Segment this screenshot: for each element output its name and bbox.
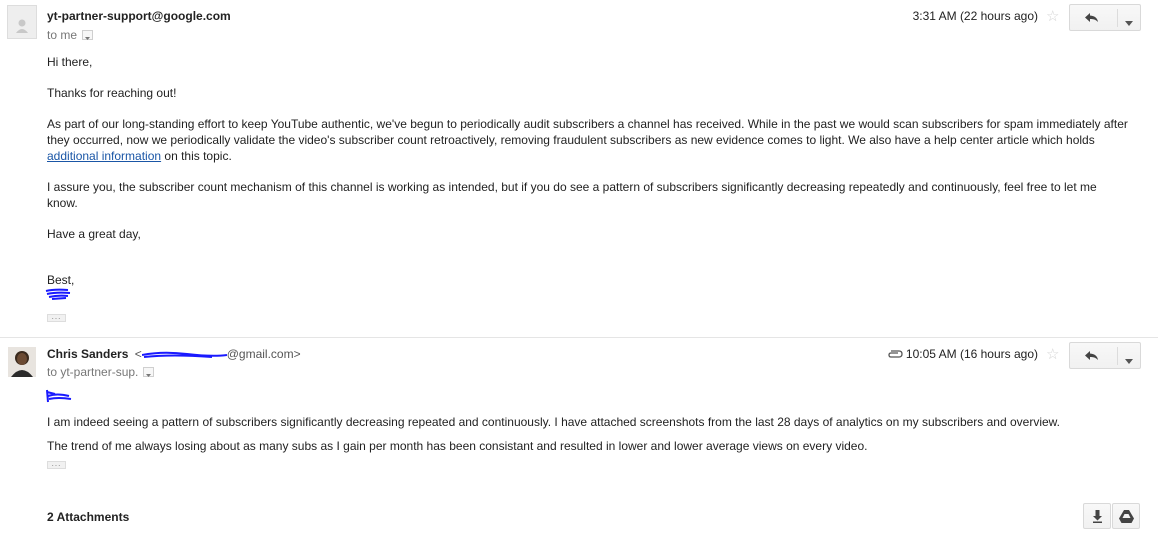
chevron-down-icon[interactable] xyxy=(1125,353,1133,367)
recipient-line[interactable]: to me xyxy=(47,28,94,42)
show-details-icon[interactable] xyxy=(82,29,94,40)
paragraph-4: Have a great day, xyxy=(47,227,141,241)
recipient-label: to yt-partner-sup. xyxy=(47,365,139,379)
greeting: Hi there, xyxy=(47,55,93,69)
paragraph-2: As part of our long-standing effort to k… xyxy=(47,116,1137,164)
redacted-email xyxy=(141,350,227,360)
save-to-drive-button[interactable] xyxy=(1112,503,1140,529)
recipient-line[interactable]: to yt-partner-sup. xyxy=(47,365,155,379)
redacted-salutation xyxy=(45,388,75,407)
download-icon xyxy=(1092,510,1103,526)
attachments-title: 2 Attachments xyxy=(47,510,130,524)
reply-button-group[interactable] xyxy=(1069,342,1141,369)
paragraph-3: I assure you, the subscriber count mecha… xyxy=(47,180,1097,210)
email-domain: @gmail.com> xyxy=(226,347,301,361)
show-details-icon[interactable] xyxy=(143,366,155,377)
help-center-link[interactable]: additional information xyxy=(47,149,161,163)
reply-icon[interactable] xyxy=(1084,11,1100,27)
recipient-label: to me xyxy=(47,28,78,42)
email-open: < xyxy=(134,347,142,361)
reply-paragraph-2: The trend of me always losing about as m… xyxy=(47,439,868,453)
sender-avatar xyxy=(8,347,36,377)
show-trimmed-content-button[interactable]: ... xyxy=(47,313,66,322)
show-trimmed-content-button[interactable]: ... xyxy=(47,460,66,469)
paragraph-2-text: As part of our long-standing effort to k… xyxy=(47,117,1128,147)
redacted-signature xyxy=(44,286,74,305)
message-time: 10:05 AM (16 hours ago) xyxy=(905,347,1038,361)
message-divider xyxy=(0,337,1158,338)
star-icon[interactable]: ☆ xyxy=(1046,347,1059,362)
paragraph-2-tail: on this topic. xyxy=(161,149,232,163)
star-icon[interactable]: ☆ xyxy=(1046,9,1059,24)
reply-paragraph-1: I am indeed seeing a pattern of subscrib… xyxy=(47,415,1061,429)
sender-name[interactable]: Chris Sanders xyxy=(47,347,128,361)
sender-email: < @gmail.com> xyxy=(135,347,301,361)
drive-icon xyxy=(1119,510,1134,526)
paragraph-1: Thanks for reaching out! xyxy=(47,86,177,100)
message-time: 3:31 AM (22 hours ago) xyxy=(912,9,1038,23)
reply-icon[interactable] xyxy=(1084,349,1100,365)
sender-avatar xyxy=(7,5,37,39)
chevron-down-icon[interactable] xyxy=(1125,15,1133,29)
download-all-button[interactable] xyxy=(1083,503,1111,529)
reply-button-group[interactable] xyxy=(1069,4,1141,31)
sender-line: Chris Sanders < @gmail.com> xyxy=(47,347,301,361)
sender-email[interactable]: yt-partner-support@google.com xyxy=(47,9,231,23)
person-icon xyxy=(16,19,28,33)
